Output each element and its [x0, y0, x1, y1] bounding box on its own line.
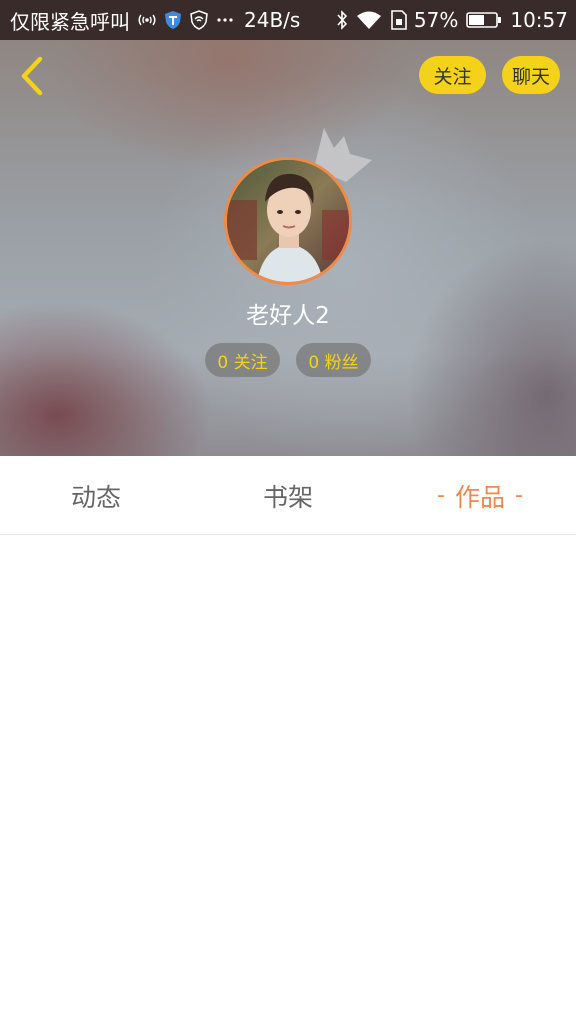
- profile-tabs: 动态 书架 - 作品 -: [0, 456, 576, 535]
- back-button[interactable]: [12, 54, 52, 98]
- battery-percentage: 57%: [413, 8, 459, 32]
- chevron-left-icon: [21, 56, 43, 96]
- more-icon: [216, 17, 234, 23]
- carrier-text: 仅限紧急呼叫: [10, 9, 130, 34]
- vpn-icon: [190, 10, 208, 30]
- tab-works[interactable]: - 作品 -: [384, 456, 576, 535]
- works-content-area: [0, 535, 576, 1024]
- avatar[interactable]: [224, 157, 352, 285]
- following-count-chip[interactable]: 0 关注: [205, 343, 280, 377]
- signal-icon: [138, 12, 156, 28]
- sim-icon: [390, 10, 408, 30]
- username: 老好人2: [246, 303, 330, 329]
- tab-active-indicator-right: -: [515, 483, 523, 508]
- chat-button[interactable]: 聊天: [502, 56, 560, 94]
- tab-bookshelf[interactable]: 书架: [192, 456, 384, 535]
- status-bar: 仅限紧急呼叫 24B/s 57% 10:57: [0, 0, 576, 40]
- bluetooth-icon: [336, 10, 348, 30]
- tab-dynamic-label: 动态: [70, 482, 121, 512]
- follow-button[interactable]: 关注: [419, 56, 486, 94]
- fans-count-chip[interactable]: 0 粉丝: [296, 343, 371, 377]
- profile-header: 关注 聊天 老好人2 0 关注 0 粉丝: [0, 40, 576, 456]
- shield-icon: [164, 10, 182, 30]
- wifi-icon: [356, 10, 382, 30]
- clock: 10:57: [510, 8, 568, 32]
- tab-bookshelf-label: 书架: [262, 482, 313, 512]
- tab-dynamic[interactable]: 动态: [0, 456, 192, 535]
- tab-active-indicator-left: -: [437, 483, 445, 508]
- avatar-photo: [227, 160, 349, 282]
- tab-works-label: 作品: [454, 482, 505, 512]
- battery-icon: [466, 10, 502, 30]
- network-speed: 24B/s: [244, 8, 301, 32]
